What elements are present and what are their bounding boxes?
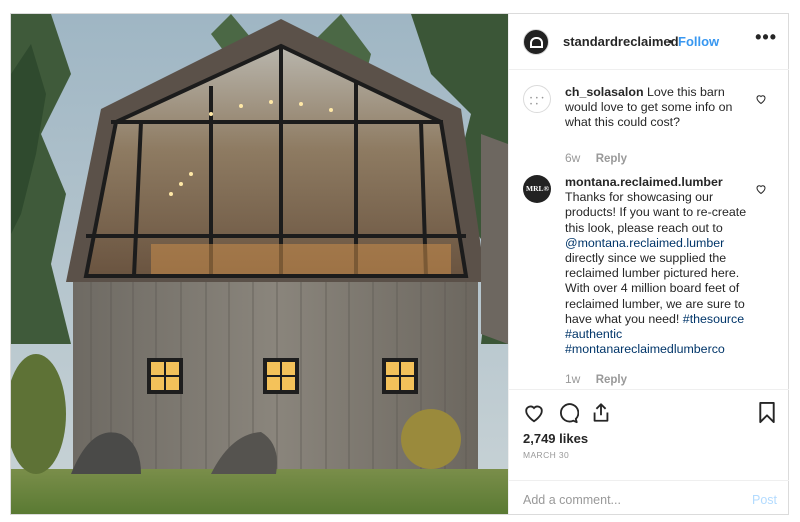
- reply-button[interactable]: Reply: [596, 374, 627, 386]
- instagram-post: standardreclaimed • Follow ••• • • • • •…: [10, 13, 789, 515]
- commenter-username[interactable]: montana.reclaimed.lumber: [565, 175, 723, 189]
- share-icon[interactable]: [590, 401, 612, 424]
- comment-icon[interactable]: [557, 402, 579, 424]
- comment-age: 1w: [565, 372, 581, 386]
- comment-meta: 6w Reply: [565, 151, 627, 165]
- author-avatar[interactable]: [523, 29, 549, 55]
- hashtag-link[interactable]: #authentic: [565, 327, 622, 341]
- barn-logo-icon: [530, 37, 543, 48]
- comment-item: MRL® montana.reclaimed.lumber Thanks for…: [523, 175, 783, 386]
- post-actions: 2,749 likes MARCH 30: [509, 389, 789, 479]
- commenter-avatar[interactable]: • • • • •: [523, 85, 551, 113]
- post-photo[interactable]: [11, 14, 508, 514]
- header-separator: •: [668, 34, 673, 49]
- likes-count[interactable]: 2,749 likes: [523, 431, 588, 446]
- follow-button[interactable]: Follow: [678, 34, 719, 49]
- author-username[interactable]: standardreclaimed: [563, 34, 679, 49]
- comment-like-heart-icon[interactable]: [755, 93, 767, 105]
- post-date: MARCH 30: [523, 450, 570, 460]
- add-comment-bar: Add a comment... Post: [509, 480, 789, 514]
- comment-meta: 1w Reply: [565, 372, 627, 386]
- comment-text: montana.reclaimed.lumber Thanks for show…: [565, 175, 760, 357]
- barn-image: [11, 14, 508, 514]
- heart-icon[interactable]: [523, 402, 545, 424]
- comments-list[interactable]: • • • • • ch_solasalon Love this barn wo…: [509, 71, 789, 389]
- post-comment-button[interactable]: Post: [752, 493, 777, 507]
- comment-item: • • • • • ch_solasalon Love this barn wo…: [523, 85, 783, 165]
- hashtag-link[interactable]: #montanareclaimedlumberco: [565, 342, 725, 356]
- comment-input[interactable]: Add a comment...: [523, 493, 621, 507]
- comment-text: ch_solasalon Love this barn would love t…: [565, 85, 760, 131]
- avatar-logo-text: MRL®: [526, 184, 550, 193]
- bookmark-icon[interactable]: [757, 401, 777, 424]
- commenter-username[interactable]: ch_solasalon: [565, 85, 644, 99]
- mention-link[interactable]: @montana.reclaimed.lumber: [565, 236, 724, 250]
- post-header: standardreclaimed • Follow •••: [509, 14, 789, 70]
- comment-body: Thanks for showcasing our products! If y…: [565, 190, 747, 235]
- post-side-panel: standardreclaimed • Follow ••• • • • • •…: [508, 14, 789, 514]
- commenter-avatar[interactable]: MRL®: [523, 175, 551, 203]
- comment-like-heart-icon[interactable]: [755, 183, 767, 195]
- reply-button[interactable]: Reply: [596, 153, 627, 165]
- hashtag-link[interactable]: #thesource: [683, 312, 744, 326]
- more-horizontal-icon[interactable]: •••: [755, 27, 777, 48]
- comment-age: 6w: [565, 151, 581, 165]
